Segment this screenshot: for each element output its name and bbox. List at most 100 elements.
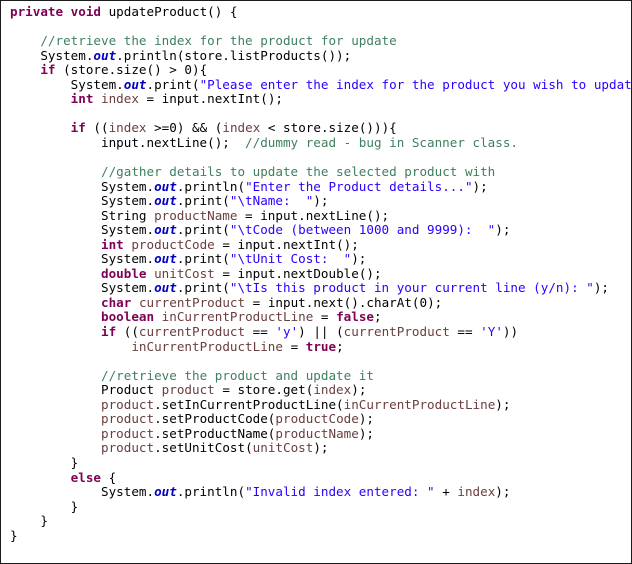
code-token-str: 'Y' [480,324,503,340]
code-line[interactable]: double unitCost = input.nextDouble(); [1,265,631,282]
code-token-str: "\tUnit Cost: " [229,251,352,267]
code-token-plain: .print( [176,222,230,238]
code-line[interactable]: inCurrentProductLine = true; [1,338,631,355]
code-line[interactable]: String productName = input.nextLine(); [1,207,631,224]
code-token-plain: .println( [176,484,246,500]
code-line[interactable]: //retrieve the product and update it [1,368,631,384]
code-line[interactable]: if ((currentProduct == 'y') || (currentP… [1,324,631,340]
code-line[interactable]: } [1,528,631,544]
code-line[interactable] [1,354,631,369]
code-token-plain: ); [427,294,443,310]
code-line[interactable]: System.out.print("Please enter the index… [1,76,632,93]
code-token-plain: = [313,309,337,325]
code-line[interactable]: product.setInCurrentProductLine(inCurren… [1,396,631,413]
code-line[interactable] [1,20,631,35]
code-line[interactable]: int productCode = input.nextInt(); [1,236,631,253]
code-token-loc: productCode [275,411,359,427]
code-line[interactable]: char currentProduct = input.next().charA… [1,294,631,311]
code-token-plain: .println(store.listProducts()); [116,47,352,63]
code-line[interactable]: product.setUnitCost(unitCost); [1,441,631,456]
code-token-plain: ); [593,280,610,296]
code-token-kw: if [70,120,86,136]
code-token-plain: = input.nextLine(); [237,207,390,223]
code-line[interactable]: if (store.size() > 0){ [1,62,631,78]
code-token-plain: = input.next().charAt( [245,294,420,310]
code-token-plain: = [282,338,306,354]
code-line[interactable]: } [1,455,631,471]
code-token-plain: ); [495,484,511,500]
code-line[interactable]: int index = input.nextInt(); [1,92,631,107]
code-token-plain: = input.nextDouble(); [214,265,382,281]
code-token-plain: updateProduct() { [101,4,238,19]
code-line[interactable]: input.nextLine(); //dummy read - bug in … [1,134,631,151]
code-token-loc: index [108,120,147,136]
code-token-plain: (( [116,324,139,340]
code-line[interactable]: System.out.print("\tName: "); [1,193,631,209]
code-token-kw: false [336,309,374,325]
code-token-loc: inCurrentProductLine [161,309,314,325]
code-line[interactable]: Product product = store.get(index); [1,382,631,398]
code-line[interactable]: else { [1,469,631,486]
code-token-kw: void [70,4,102,19]
code-token-cmt: //dummy read - bug in Scanner class. [245,134,519,150]
code-token-plain: ); [495,396,511,412]
code-token-plain: ); [313,193,329,209]
code-token-loc: productName [275,425,359,441]
code-line[interactable]: } [1,499,631,515]
code-token-plain: .setProductName( [154,425,276,441]
code-token-plain: ); [472,178,488,194]
code-line[interactable]: product.setProductCode(productCode); [1,412,631,427]
code-line[interactable]: System.out.print("\tIs this product in y… [1,281,631,296]
code-token-plain: ; [336,338,344,354]
code-line[interactable]: System.out.println("Enter the Product de… [1,178,631,195]
code-text-area[interactable]: private void updateProduct() { //retriev… [1,1,631,543]
code-token-loc: product [101,396,155,412]
code-token-plain: System. [10,178,155,194]
code-token-fld: out [93,47,117,63]
code-token-kw: else [70,469,102,485]
code-token-str: 'y' [275,324,299,340]
code-line[interactable]: System.out.print("\tUnit Cost: "); [1,252,631,267]
code-editor[interactable]: private void updateProduct() { //retriev… [0,0,632,564]
code-line[interactable] [1,150,631,165]
code-token-fld: out [154,484,177,500]
code-token-kw: if [40,62,56,78]
code-line[interactable]: boolean inCurrentProductLine = false; [1,310,631,325]
code-token-plain: .setProductCode( [154,411,276,427]
code-token-plain: ); [351,382,367,398]
code-token-plain: Product [10,382,162,398]
code-line[interactable]: System.out.print("\tCode (between 1000 a… [1,222,631,238]
code-token-str: "\tCode (between 1000 and 9999): " [229,222,496,238]
code-line[interactable]: System.out.println("Invalid index entere… [1,484,631,500]
code-token-plain: = input.nextInt(); [214,236,359,252]
code-token-loc: product [101,440,155,456]
code-line[interactable]: private void updateProduct() { [1,4,631,20]
code-token-str: "\tName: " [229,193,314,209]
code-token-plain: 0 [169,120,177,136]
code-line[interactable]: //gather details to update the selected … [1,164,631,180]
code-token-kw: int [70,91,94,107]
code-line[interactable]: System.out.println(store.listProducts())… [1,47,631,64]
code-token-loc: product [101,425,155,441]
code-token-str: "Please enter the index for the product … [199,76,632,92]
code-token-str: "Invalid index entered: " [245,484,435,500]
code-token-plain: System. [10,76,124,92]
code-line[interactable] [1,107,631,122]
code-token-cmt: //gather details to update the selected … [101,164,496,180]
code-line[interactable]: if ((index >=0) && (index < store.size()… [1,121,631,136]
code-token-fld: out [154,193,177,209]
code-token-plain: .print( [146,76,200,92]
code-line[interactable]: } [1,513,631,529]
code-token-fld: out [123,76,147,92]
code-token-loc: unitCost [154,265,215,281]
code-line[interactable]: //retrieve the index for the product for… [1,33,631,49]
code-line[interactable]: product.setProductName(productName); [1,425,631,442]
code-token-loc: product [101,411,155,427]
